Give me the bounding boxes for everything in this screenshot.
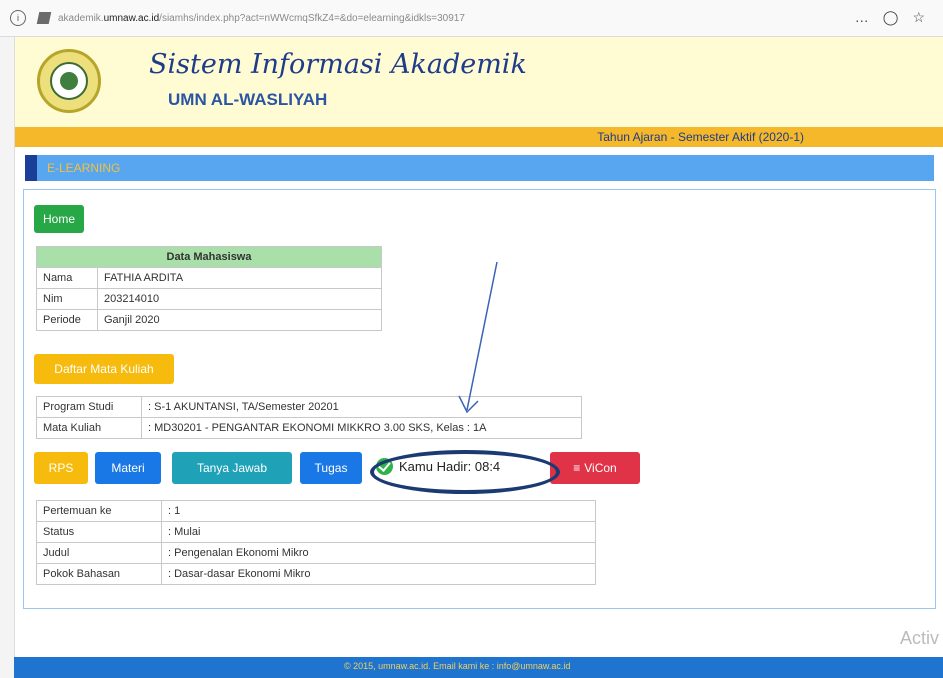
table-row: Nim 203214010 xyxy=(36,288,382,310)
table-row: Pokok Bahasan: Dasar-dasar Ekonomi Mikro xyxy=(36,563,596,585)
home-button[interactable]: Home xyxy=(34,205,84,233)
url-text[interactable]: akademik.umnaw.ac.id/siamhs/index.php?ac… xyxy=(58,13,465,24)
row-label: Program Studi xyxy=(36,396,142,418)
university-logo xyxy=(37,49,101,113)
vicon-button[interactable]: ≡ ViCon xyxy=(550,452,640,484)
row-value: : 1 xyxy=(161,500,596,522)
meeting-table: Pertemuan ke: 1 Status: Mulai Judul: Pen… xyxy=(36,500,596,585)
vicon-label: ViCon xyxy=(584,461,617,475)
site-icon xyxy=(36,12,52,24)
program-table: Program Studi: S-1 AKUNTANSI, TA/Semeste… xyxy=(36,396,582,439)
table-row: Pertemuan ke: 1 xyxy=(36,500,596,522)
row-value: FATHIA ARDITA xyxy=(97,267,382,289)
section-header: E-LEARNING xyxy=(25,155,934,181)
rps-button[interactable]: RPS xyxy=(34,452,88,484)
semester-bar: Tahun Ajaran - Semester Aktif (2020-1) xyxy=(15,127,943,147)
section-title: E-LEARNING xyxy=(47,161,121,175)
row-value: : Mulai xyxy=(161,521,596,543)
menu-icon: ≡ xyxy=(573,461,581,475)
bookmark-star-icon[interactable]: ☆ xyxy=(912,9,925,26)
more-icon[interactable]: … xyxy=(855,9,869,26)
student-table-header: Data Mahasiswa xyxy=(36,246,382,268)
row-label: Status xyxy=(36,521,162,543)
browser-url-bar: i akademik.umnaw.ac.id/siamhs/index.php?… xyxy=(0,0,943,37)
row-value: : Pengenalan Ekonomi Mikro xyxy=(161,542,596,564)
row-label: Periode xyxy=(36,309,98,331)
row-label: Mata Kuliah xyxy=(36,417,142,439)
annotation-ellipse xyxy=(370,450,560,494)
row-value: : S-1 AKUNTANSI, TA/Semester 20201 xyxy=(141,396,582,418)
table-row: Program Studi: S-1 AKUNTANSI, TA/Semeste… xyxy=(36,396,582,418)
table-row: Status: Mulai xyxy=(36,521,596,543)
student-data-table: Data Mahasiswa Nama FATHIA ARDITA Nim 2032… xyxy=(36,246,382,331)
row-value: Ganjil 2020 xyxy=(97,309,382,331)
table-row: Periode Ganjil 2020 xyxy=(36,309,382,331)
browser-tools: … ◯ ☆ xyxy=(855,9,925,26)
row-label: Judul xyxy=(36,542,162,564)
semester-text: Tahun Ajaran - Semester Aktif (2020-1) xyxy=(597,130,804,144)
row-label: Pertemuan ke xyxy=(36,500,162,522)
row-value: 203214010 xyxy=(97,288,382,310)
row-label: Nim xyxy=(36,288,98,310)
site-header: Sistem Informasi Akademik UMN AL-WASLIYA… xyxy=(15,37,943,127)
row-label: Nama xyxy=(36,267,98,289)
elearning-panel: Home Data Mahasiswa Nama FATHIA ARDITA Ni… xyxy=(23,189,936,609)
footer-text: © 2015, umnaw.ac.id. Email kami ke : inf… xyxy=(344,661,571,671)
course-list-button[interactable]: Daftar Mata Kuliah xyxy=(34,354,174,384)
activate-watermark: Activ xyxy=(899,628,939,648)
section-marker xyxy=(25,155,37,181)
row-value: : MD30201 - PENGANTAR EKONOMI MIKKRO 3.0… xyxy=(141,417,582,439)
site-title: Sistem Informasi Akademik xyxy=(149,49,527,80)
page-frame: Sistem Informasi Akademik UMN AL-WASLIYA… xyxy=(14,37,943,678)
materi-button[interactable]: Materi xyxy=(95,452,161,484)
table-row: Judul: Pengenalan Ekonomi Mikro xyxy=(36,542,596,564)
site-subtitle: UMN AL-WASLIYAH xyxy=(168,90,328,109)
info-icon[interactable]: i xyxy=(10,10,26,26)
table-row: Mata Kuliah: MD30201 - PENGANTAR EKONOMI… xyxy=(36,417,582,439)
row-label: Pokok Bahasan xyxy=(36,563,162,585)
assignment-button[interactable]: Tugas xyxy=(300,452,362,484)
qa-button[interactable]: Tanya Jawab xyxy=(172,452,292,484)
row-value: : Dasar-dasar Ekonomi Mikro xyxy=(161,563,596,585)
table-row: Nama FATHIA ARDITA xyxy=(36,267,382,289)
shield-icon[interactable]: ◯ xyxy=(883,9,899,26)
page-footer: © 2015, umnaw.ac.id. Email kami ke : inf… xyxy=(14,657,943,678)
